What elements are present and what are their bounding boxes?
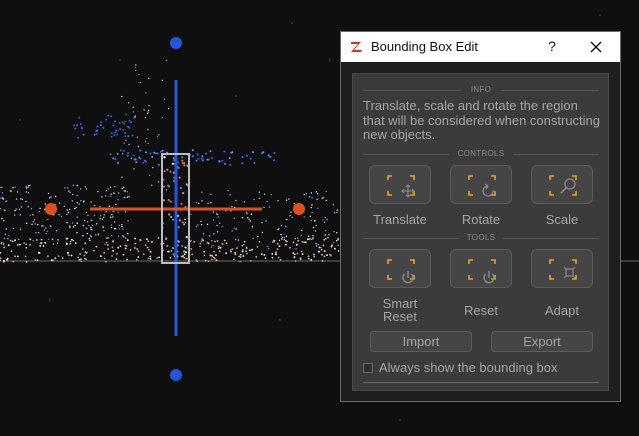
rotate-button[interactable]: [450, 165, 512, 204]
scale-button[interactable]: [531, 165, 593, 204]
power-icon: [387, 259, 415, 284]
close-icon[interactable]: [585, 36, 607, 58]
reset-button[interactable]: [450, 249, 512, 288]
rotate-icon: [468, 175, 496, 197]
import-button[interactable]: Import: [370, 331, 472, 352]
app-logo-icon: [349, 39, 365, 55]
smart-reset-button[interactable]: [369, 249, 431, 288]
always-show-checkbox[interactable]: [363, 363, 373, 373]
gizmo-handle-left[interactable]: [45, 203, 57, 215]
export-button[interactable]: Export: [491, 331, 593, 352]
bounding-box-edit-dialog: Bounding Box Edit ? INFO Translate, scal…: [340, 31, 621, 402]
magnifier-icon: [549, 175, 577, 196]
window-title: Bounding Box Edit: [371, 39, 478, 54]
title-bar[interactable]: Bounding Box Edit ?: [341, 32, 620, 62]
gizmo-handle-bottom[interactable]: [170, 369, 182, 381]
rotate-label: Rotate: [461, 212, 501, 227]
controls-section-header: CONTROLS: [363, 149, 599, 159]
info-section-header: INFO: [363, 85, 599, 95]
settings-panel: INFO Translate, scale and rotate the reg…: [352, 73, 609, 391]
info-description: Translate, scale and rotate the region t…: [363, 98, 601, 142]
power-icon: [468, 259, 496, 284]
reset-label: Reset: [464, 303, 498, 318]
gizmo-handle-top[interactable]: [170, 37, 182, 49]
translate-label: Translate: [373, 212, 427, 227]
help-button[interactable]: ?: [544, 38, 560, 56]
move-icon: [387, 175, 415, 198]
tools-section-header: TOOLS: [363, 233, 599, 243]
smart-reset-label: Smart Reset: [382, 296, 418, 324]
translate-button[interactable]: [369, 165, 431, 204]
always-show-label[interactable]: Always show the bounding box: [379, 360, 558, 375]
gizmo-handle-right[interactable]: [293, 203, 305, 215]
divider: [363, 382, 599, 383]
adapt-button[interactable]: [531, 249, 593, 288]
adapt-label: Adapt: [545, 303, 579, 318]
scale-label: Scale: [545, 212, 579, 227]
adapt-icon: [549, 259, 577, 280]
